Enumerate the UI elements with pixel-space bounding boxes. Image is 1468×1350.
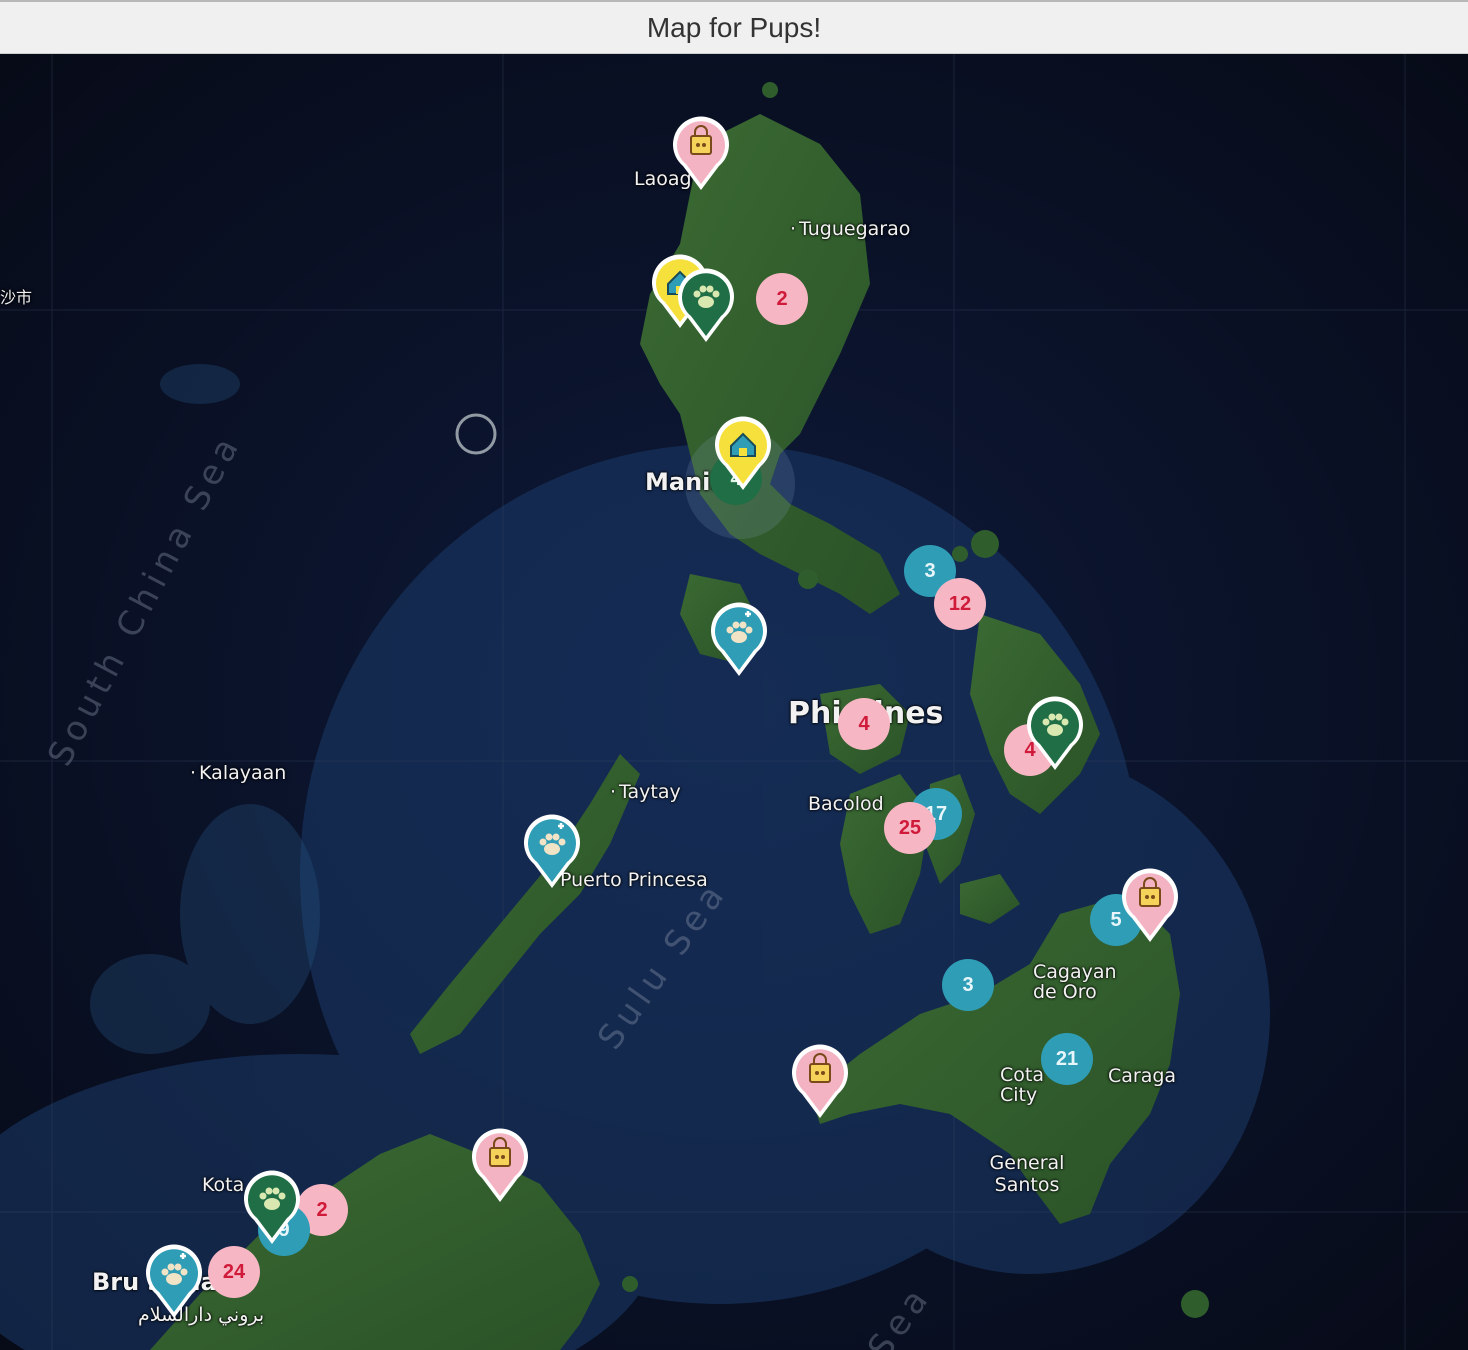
pet-store-pin[interactable] (671, 114, 731, 192)
place-label-cn-city: 沙市 (0, 288, 33, 307)
pet-store-pin[interactable] (470, 1126, 530, 1204)
place-label-taytay: Taytay (610, 781, 681, 803)
window-title: Map for Pups! (646, 11, 822, 43)
place-label-bacolod: Bacolod (808, 793, 884, 815)
window-titlebar: Map for Pups! (0, 0, 1468, 54)
cluster-marker[interactable]: 25 (884, 802, 936, 854)
dog-park-pin[interactable] (1025, 694, 1085, 772)
map-canvas[interactable]: Laoag Tuguegarao Manil Phi pines Kalayaa… (0, 54, 1468, 1350)
cluster-marker[interactable]: 21 (1041, 1033, 1093, 1085)
dog-park-pin[interactable] (676, 266, 736, 344)
vet-clinic-pin[interactable] (144, 1242, 204, 1320)
place-label-manila: Manil (645, 468, 719, 496)
place-label-puerto-princesa: Puerto Princesa (560, 869, 708, 891)
cluster-marker[interactable]: 24 (208, 1246, 260, 1298)
place-label-tuguegarao: Tuguegarao (790, 218, 910, 240)
cluster-marker[interactable]: 4 (838, 698, 890, 750)
place-label-general-santos: General Santos (989, 1152, 1065, 1196)
pet-store-pin[interactable] (790, 1042, 850, 1120)
pet-hotel-pin[interactable] (713, 414, 773, 492)
cluster-marker[interactable]: 2 (756, 273, 808, 325)
dog-park-pin[interactable] (242, 1168, 302, 1246)
vet-clinic-pin[interactable] (709, 600, 769, 678)
cluster-marker[interactable]: 12 (934, 578, 986, 630)
place-label-cagayan-de-oro: Cagayan de Oro (1033, 961, 1117, 1003)
place-label-kalayaan: Kalayaan (190, 762, 286, 784)
cluster-marker[interactable]: 3 (942, 959, 994, 1011)
satellite-basemap (0, 54, 1468, 1350)
place-label-kota-kinabalu: Kota (202, 1174, 245, 1196)
place-label-caraga: Caraga (1108, 1065, 1177, 1087)
pet-store-pin[interactable] (1120, 866, 1180, 944)
vet-clinic-pin[interactable] (522, 812, 582, 890)
